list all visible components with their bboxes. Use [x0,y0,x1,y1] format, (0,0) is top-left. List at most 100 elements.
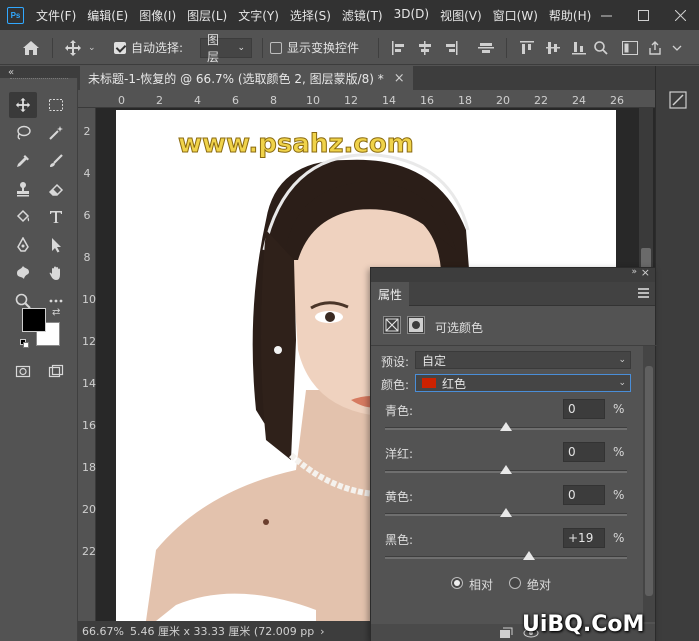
ruler-tick-label: 26 [610,94,624,107]
default-colors-icon[interactable] [20,339,30,349]
scrollbar-thumb[interactable] [645,366,653,596]
magic-wand-tool[interactable] [42,120,70,146]
adjustment-title: 可选颜色 [435,321,484,335]
quick-mask-button[interactable] [9,358,37,384]
menu-view[interactable]: 视图(V) [440,7,482,24]
align-vcenter-button[interactable] [546,30,560,65]
auto-select-group: 自动选择: [114,30,183,65]
panel-menu-icon[interactable] [638,288,649,298]
brush-tool[interactable] [42,148,70,174]
menu-image[interactable]: 图像(I) [139,7,176,24]
marquee-tool[interactable] [42,92,70,118]
ruler-tick-label: 2 [156,94,163,107]
path-selection-tool[interactable] [42,232,70,258]
search-button[interactable] [594,30,608,65]
home-icon [23,40,39,55]
ruler-tick-label: 14 [382,94,396,107]
toolbar-grip[interactable] [10,78,68,84]
document-tab[interactable]: 未标题-1-恢复的 @ 66.7% (选取颜色 2, 图层蒙版/8) * × [80,66,413,90]
menu-file[interactable]: 文件(F) [36,7,76,24]
menu-layer[interactable]: 图层(L) [187,7,227,24]
menu-select[interactable]: 选择(S) [290,7,331,24]
auto-select-target-dropdown[interactable]: 图层 ⌄ [200,33,252,64]
menu-help[interactable]: 帮助(H) [549,7,591,24]
close-tab-icon[interactable]: × [394,71,405,86]
minimize-button[interactable] [588,0,625,30]
type-tool[interactable] [42,204,70,230]
maximize-button[interactable] [625,0,662,30]
adjustment-type-icon[interactable] [383,316,401,334]
right-dock [655,66,699,641]
hand-tool[interactable] [42,260,70,286]
stamp-tool[interactable] [9,176,37,202]
eraser-tool[interactable] [42,176,70,202]
align-hcenter-button[interactable] [418,30,432,65]
tools-panel: ⇄ [0,78,78,641]
properties-panel-icon[interactable] [668,90,688,110]
cyan-value-input[interactable]: 0 [563,399,605,419]
absolute-radio[interactable] [509,577,521,589]
align-left-button[interactable] [392,30,406,65]
align-bottom-button[interactable] [572,30,586,65]
ruler-tick-label: 8 [83,251,91,264]
menu-3d[interactable]: 3D(D) [394,7,429,24]
eyedropper-tool[interactable] [9,148,37,174]
align-top-button[interactable] [520,30,534,65]
black-slider-track[interactable] [385,556,627,559]
home-button[interactable] [22,30,40,65]
ruler-tick-label: 22 [82,545,96,558]
swap-colors-icon[interactable]: ⇄ [52,307,60,318]
ruler-horizontal[interactable]: 0 2 4 6 8 10 12 14 16 18 20 22 24 26 [78,90,655,108]
color-swatch [422,378,436,388]
cyan-slider-thumb[interactable] [500,422,512,431]
move-tool[interactable] [9,92,37,118]
shape-tool[interactable] [9,260,37,286]
properties-scrollbar[interactable] [643,346,655,622]
close-window-button[interactable] [662,0,699,30]
black-value-input[interactable]: +19 [563,528,605,548]
foreground-color-swatch[interactable] [22,308,46,332]
zoom-level[interactable]: 66.67% [82,625,124,638]
collapse-panel-icon[interactable]: » [631,267,637,277]
paint-bucket-tool[interactable] [9,204,37,230]
properties-panel-titlebar[interactable]: » × [371,266,655,282]
share-button[interactable] [648,30,662,65]
separator [52,38,53,58]
black-slider-thumb[interactable] [522,551,535,560]
workspace-button[interactable] [622,30,638,65]
black-label: 黑色: [385,533,414,547]
lasso-tool[interactable] [9,120,37,146]
menu-filter[interactable]: 滤镜(T) [342,7,383,24]
pen-tool[interactable] [9,232,37,258]
relative-radio[interactable] [451,577,463,589]
menu-edit[interactable]: 编辑(E) [87,7,128,24]
clone-stamp-icon [17,182,29,197]
show-transform-checkbox[interactable] [270,41,282,54]
yellow-slider-thumb[interactable] [500,508,512,517]
colors-dropdown[interactable]: 红色 ⌄ [415,374,631,392]
magic-wand-icon [49,126,63,140]
move-tool-preset[interactable]: ⌄ [64,30,96,65]
preset-dropdown[interactable]: 自定 ⌄ [415,351,631,369]
auto-select-checkbox[interactable] [114,41,126,54]
yellow-label: 黄色: [385,490,414,504]
menu-type[interactable]: 文字(Y) [238,7,279,24]
screen-mode-button[interactable] [42,358,70,384]
collapse-toolbar-icon[interactable]: « [8,67,14,78]
magenta-value-input[interactable]: 0 [563,442,605,462]
menu-window[interactable]: 窗口(W) [493,7,538,24]
ruler-tick-label: 12 [82,335,96,348]
layer-mask-icon[interactable] [407,316,425,334]
ruler-vertical[interactable]: 2 4 6 8 10 12 14 16 18 20 22 [78,108,96,621]
clip-to-layer-icon[interactable] [499,627,513,639]
status-nav-icon[interactable]: › [320,625,324,638]
align-right-button[interactable] [444,30,458,65]
yellow-value-input[interactable]: 0 [563,485,605,505]
more-options-button[interactable] [672,30,682,65]
options-bar: ⌄ 自动选择: 图层 ⌄ 显示变换控件 [0,30,699,65]
close-panel-icon[interactable]: × [641,266,650,279]
magenta-slider-thumb[interactable] [500,465,512,474]
distribute-button[interactable] [478,30,494,65]
properties-tab[interactable]: 属性 [371,282,409,306]
image-watermark: www.psahz.com [178,129,415,160]
